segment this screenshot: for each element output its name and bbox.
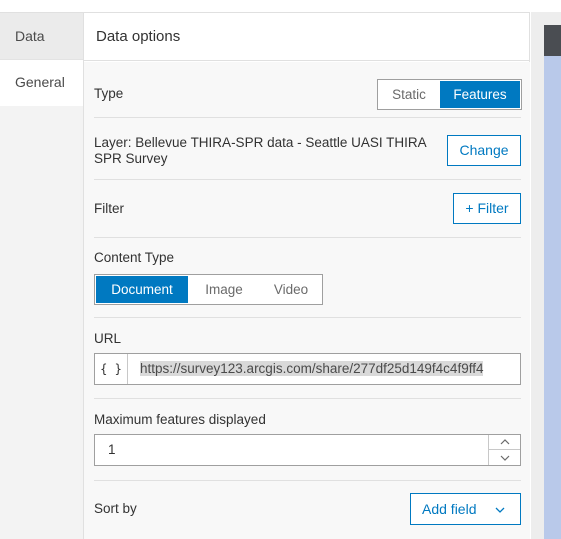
content-type-option-video[interactable]: Video xyxy=(260,275,322,304)
max-features-value: 1 xyxy=(108,442,116,457)
sidebar-tab-data[interactable]: Data xyxy=(0,13,83,60)
content-type-option-image[interactable]: Image xyxy=(188,275,260,304)
map-preview[interactable] xyxy=(544,56,561,539)
content-type-label: Content Type xyxy=(94,250,175,265)
data-options-panel: Data options Type Static Features Layer:… xyxy=(83,12,530,539)
top-strip xyxy=(0,0,561,12)
chevron-up-icon xyxy=(500,439,509,445)
url-row: URL { } https://survey123.arcgis.com/sha… xyxy=(94,318,521,399)
url-field: { } https://survey123.arcgis.com/share/2… xyxy=(94,353,521,385)
add-filter-button[interactable]: + Filter xyxy=(453,193,521,224)
url-input[interactable]: https://survey123.arcgis.com/share/277df… xyxy=(128,354,520,384)
type-option-static[interactable]: Static xyxy=(378,80,440,109)
filter-row: Filter + Filter xyxy=(94,180,521,238)
add-sort-field-button[interactable]: Add field xyxy=(410,493,521,525)
layer-label: Layer: Bellevue THIRA-SPR data - Seattle… xyxy=(94,135,426,166)
content-type-segmented-control: Document Image Video xyxy=(94,274,323,305)
max-features-input[interactable]: 1 xyxy=(94,434,521,466)
max-features-label: Maximum features displayed xyxy=(94,412,266,427)
app-frame: Data General Data options Type Static Fe… xyxy=(0,0,561,539)
map-header-bar xyxy=(544,25,561,56)
sort-by-label: Sort by xyxy=(94,501,137,516)
expression-brace-button[interactable]: { } xyxy=(95,354,128,384)
filter-label: Filter xyxy=(94,201,124,216)
content-type-option-document[interactable]: Document xyxy=(96,276,188,303)
change-layer-button[interactable]: Change xyxy=(447,135,521,166)
panel-title: Data options xyxy=(84,13,529,61)
max-features-row: Maximum features displayed 1 xyxy=(94,399,521,481)
type-segmented-control: Static Features xyxy=(377,79,522,110)
max-features-stepper xyxy=(488,435,520,465)
settings-sidebar: Data General xyxy=(0,12,83,539)
type-row: Type Static Features xyxy=(94,62,522,118)
add-sort-field-label: Add field xyxy=(422,501,477,517)
chevron-down-icon xyxy=(500,455,509,461)
stepper-up-button[interactable] xyxy=(489,435,520,450)
stepper-down-button[interactable] xyxy=(489,450,520,465)
type-option-features[interactable]: Features xyxy=(440,81,520,108)
url-value: https://survey123.arcgis.com/share/277df… xyxy=(140,361,484,376)
sidebar-tab-general[interactable]: General xyxy=(0,60,83,106)
panel-body: Type Static Features Layer: Bellevue THI… xyxy=(84,62,530,539)
sort-by-row: Sort by Add field xyxy=(94,481,521,539)
url-label: URL xyxy=(94,331,122,346)
type-label: Type xyxy=(94,86,124,101)
content-type-row: Content Type Document Image Video xyxy=(94,238,521,318)
chevron-down-icon xyxy=(495,507,505,513)
layer-row: Layer: Bellevue THIRA-SPR data - Seattle… xyxy=(94,118,521,180)
